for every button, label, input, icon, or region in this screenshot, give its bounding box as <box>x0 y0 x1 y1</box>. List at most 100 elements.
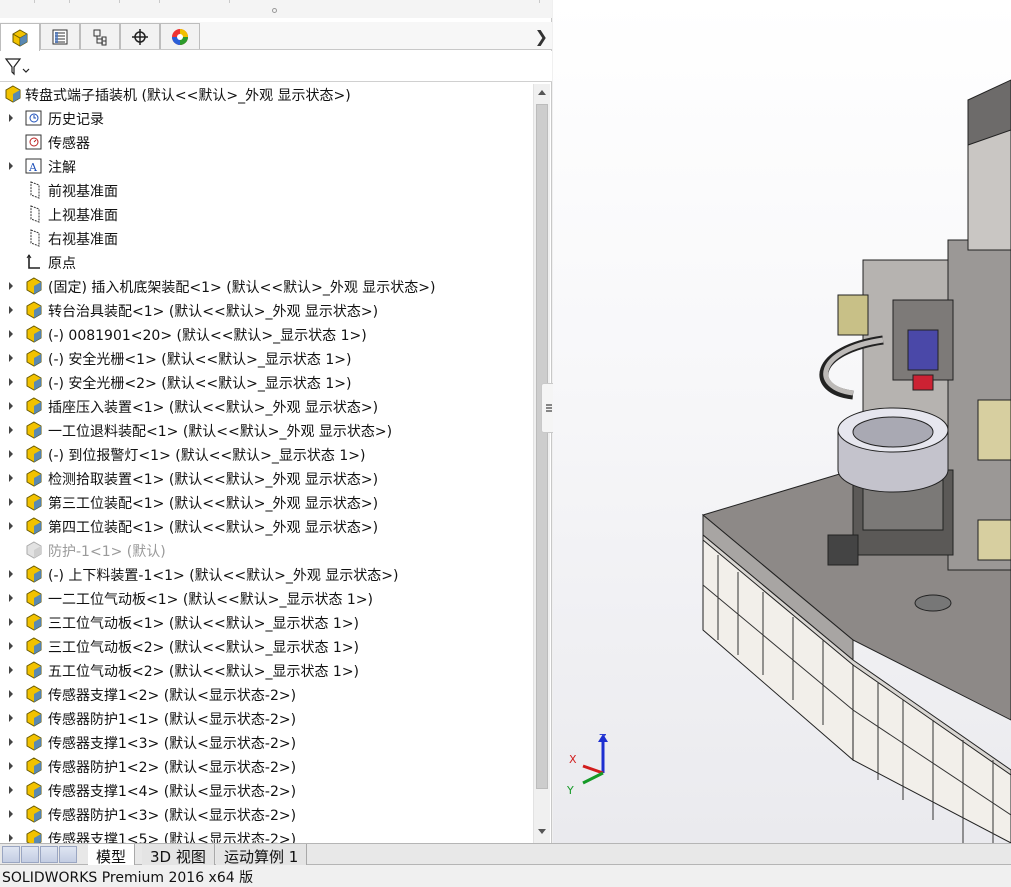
tab-property-manager[interactable] <box>40 23 80 49</box>
expand-arrow-icon[interactable] <box>6 425 16 435</box>
subassembly-icon <box>26 277 42 295</box>
expand-arrow-icon[interactable] <box>6 641 16 651</box>
tree-item[interactable]: 五工位气动板<2> (默认<<默认>_显示状态 1>) <box>0 658 532 682</box>
tree-item[interactable]: 防护-1<1> (默认) <box>0 538 532 562</box>
tab-configuration-manager[interactable] <box>80 23 120 49</box>
axis-triad: Z X Y <box>566 732 608 797</box>
expand-arrow-icon[interactable] <box>6 689 16 699</box>
tree-item[interactable]: (固定) 插入机底架装配<1> (默认<<默认>_外观 显示状态>) <box>0 274 532 298</box>
tree-item[interactable]: 前视基准面 <box>0 178 532 202</box>
expand-arrow-icon[interactable] <box>6 617 16 627</box>
tree-item[interactable]: 第三工位装配<1> (默认<<默认>_外观 显示状态>) <box>0 490 532 514</box>
tree-item[interactable]: 转台治具装配<1> (默认<<默认>_外观 显示状态>) <box>0 298 532 322</box>
expand-arrow-icon[interactable] <box>6 833 16 843</box>
tree-root[interactable]: 转盘式端子插装机 (默认<<默认>_外观 显示状态>) <box>0 82 532 106</box>
prev-tab-button[interactable] <box>21 846 39 863</box>
tab-3d-view[interactable]: 3D 视图 <box>142 844 215 866</box>
expand-arrow-icon[interactable] <box>6 329 16 339</box>
tree-item-label: 上视基准面 <box>48 208 118 224</box>
tree-item[interactable]: 插座压入装置<1> (默认<<默认>_外观 显示状态>) <box>0 394 532 418</box>
tree-scrollbar[interactable] <box>533 84 550 843</box>
filter-icon[interactable] <box>4 57 30 77</box>
next-tab-button[interactable] <box>40 846 58 863</box>
subassembly-icon <box>26 421 42 439</box>
expand-arrow-icon[interactable] <box>6 809 16 819</box>
tree-item[interactable]: 检测拾取装置<1> (默认<<默认>_外观 显示状态>) <box>0 466 532 490</box>
graphics-area[interactable]: Z X Y <box>553 0 1011 843</box>
tree-item[interactable]: 三工位气动板<2> (默认<<默认>_显示状态 1>) <box>0 634 532 658</box>
expand-arrow-icon[interactable] <box>6 521 16 531</box>
expand-arrow-icon[interactable] <box>6 377 16 387</box>
subassembly-icon <box>26 685 42 703</box>
tree-item[interactable]: 传感器支撑1<4> (默认<显示状态-2>) <box>0 778 532 802</box>
expand-arrow-icon[interactable] <box>6 161 16 171</box>
tree-item-label: 传感器防护1<3> (默认<显示状态-2>) <box>48 808 297 824</box>
tree-item-label: 防护-1<1> (默认) <box>48 544 166 560</box>
tree-item-label: 第三工位装配<1> (默认<<默认>_外观 显示状态>) <box>48 496 379 512</box>
subassembly-icon <box>26 301 42 319</box>
property-manager-icon <box>52 29 68 44</box>
tab-dimxpert-manager[interactable] <box>120 23 160 49</box>
tree-item[interactable]: 一工位退料装配<1> (默认<<默认>_外观 显示状态>) <box>0 418 532 442</box>
tree-item-label: 传感器支撑1<2> (默认<显示状态-2>) <box>48 688 297 704</box>
tree-item[interactable]: A 注解 <box>0 154 532 178</box>
tree-item[interactable]: 传感器防护1<2> (默认<显示状态-2>) <box>0 754 532 778</box>
tree-item[interactable]: 传感器防护1<1> (默认<显示状态-2>) <box>0 706 532 730</box>
expand-arrow-icon[interactable] <box>6 665 16 675</box>
tree-item[interactable]: 传感器支撑1<3> (默认<显示状态-2>) <box>0 730 532 754</box>
tree-item[interactable]: 传感器防护1<3> (默认<显示状态-2>) <box>0 802 532 826</box>
expand-arrow-icon[interactable] <box>6 449 16 459</box>
tree-item[interactable]: 传感器支撑1<5> (默认<显示状态-2>) <box>0 826 532 843</box>
tree-item[interactable]: 三工位气动板<1> (默认<<默认>_显示状态 1>) <box>0 610 532 634</box>
assembly-model-view[interactable] <box>553 0 1011 843</box>
expand-arrow-icon[interactable] <box>6 281 16 291</box>
tree-item[interactable]: 传感器 <box>0 130 532 154</box>
expand-arrow-icon[interactable] <box>6 785 16 795</box>
tree-item[interactable]: (-) 0081901<20> (默认<<默认>_显示状态 1>) <box>0 322 532 346</box>
expand-arrow-icon[interactable] <box>6 713 16 723</box>
bottom-tab-bar: 模型 3D 视图 运动算例 1 <box>0 843 1011 866</box>
tree-item[interactable]: 第四工位装配<1> (默认<<默认>_外观 显示状态>) <box>0 514 532 538</box>
status-bar: SOLIDWORKS Premium 2016 x64 版 <box>0 866 1011 886</box>
tab-display-manager[interactable] <box>160 23 200 49</box>
expand-arrow-icon[interactable] <box>6 569 16 579</box>
toolbar-strip <box>0 0 552 18</box>
scroll-up-icon[interactable] <box>537 88 547 96</box>
expand-arrow-icon[interactable] <box>6 113 16 123</box>
subassembly-icon <box>26 325 42 343</box>
tree-item-label: 三工位气动板<2> (默认<<默认>_显示状态 1>) <box>48 640 360 656</box>
tree-item[interactable]: 历史记录 <box>0 106 532 130</box>
tree-item[interactable]: 上视基准面 <box>0 202 532 226</box>
first-tab-button[interactable] <box>2 846 20 863</box>
triad-z-label: Z <box>599 732 607 745</box>
expand-arrow-icon[interactable] <box>6 761 16 771</box>
scroll-down-icon[interactable] <box>537 828 547 836</box>
tree-item[interactable]: 原点 <box>0 250 532 274</box>
expand-arrow-icon[interactable] <box>6 353 16 363</box>
tree-item[interactable]: (-) 安全光栅<1> (默认<<默认>_显示状态 1>) <box>0 346 532 370</box>
origin-icon <box>26 254 40 269</box>
tree-item[interactable]: (-) 到位报警灯<1> (默认<<默认>_显示状态 1>) <box>0 442 532 466</box>
expand-arrow-icon[interactable] <box>6 497 16 507</box>
scroll-thumb[interactable] <box>536 104 548 789</box>
tree-item[interactable]: 传感器支撑1<2> (默认<显示状态-2>) <box>0 682 532 706</box>
last-tab-button[interactable] <box>59 846 77 863</box>
tab-motion-study[interactable]: 运动算例 1 <box>216 844 308 866</box>
expand-arrow-icon[interactable] <box>6 401 16 411</box>
chevron-right-icon[interactable]: ❯ <box>535 27 548 46</box>
tree-item[interactable]: 一二工位气动板<1> (默认<<默认>_显示状态 1>) <box>0 586 532 610</box>
expand-arrow-icon[interactable] <box>6 473 16 483</box>
tree-item[interactable]: (-) 安全光栅<2> (默认<<默认>_显示状态 1>) <box>0 370 532 394</box>
tree-item-label: 传感器 <box>48 136 90 152</box>
tree-item[interactable]: 右视基准面 <box>0 226 532 250</box>
expand-arrow-icon[interactable] <box>6 305 16 315</box>
tree-item[interactable]: (-) 上下料装置-1<1> (默认<<默认>_外观 显示状态>) <box>0 562 532 586</box>
tree-item-label: 一二工位气动板<1> (默认<<默认>_显示状态 1>) <box>48 592 374 608</box>
tab-model[interactable]: 模型 <box>88 844 136 866</box>
expand-arrow-icon[interactable] <box>6 593 16 603</box>
panel-grip-icon[interactable] <box>272 8 277 13</box>
feature-tree: 转盘式端子插装机 (默认<<默认>_外观 显示状态>) 历史记录传感器 A 注解 前视… <box>0 82 532 843</box>
subassembly-icon <box>26 733 42 751</box>
tab-feature-manager[interactable] <box>0 23 40 51</box>
expand-arrow-icon[interactable] <box>6 737 16 747</box>
